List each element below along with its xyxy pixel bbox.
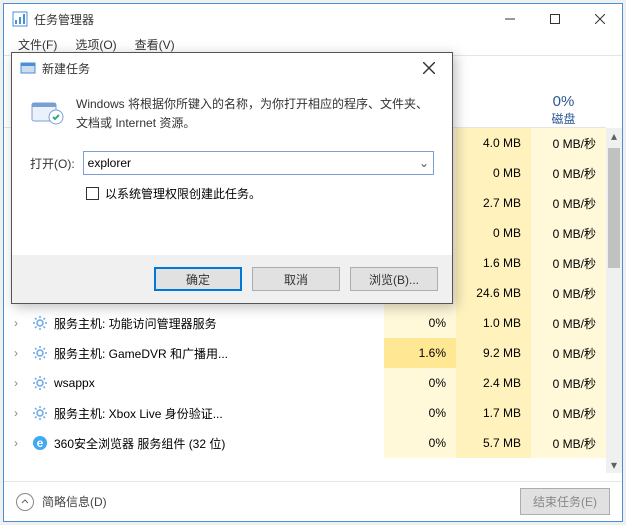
memory-cell: 1.6 MB [456, 248, 531, 278]
gear-icon [32, 315, 48, 331]
gear-icon [32, 375, 48, 391]
cpu-cell: 1.6% [384, 338, 456, 368]
disk-cell: 0 MB/秒 [531, 278, 606, 308]
disk-cell: 0 MB/秒 [531, 248, 606, 278]
vertical-scrollbar[interactable]: ▴ ▾ [606, 128, 622, 473]
process-name-cell: › e 360安全浏览器 服务组件 (32 位) [4, 435, 384, 452]
dialog-title: 新建任务 [42, 60, 414, 77]
browse-button[interactable]: 浏览(B)... [350, 267, 438, 291]
open-input[interactable] [83, 151, 434, 175]
admin-checkbox[interactable] [86, 187, 99, 200]
memory-cell: 4.0 MB [456, 128, 531, 158]
memory-cell: 0 MB [456, 218, 531, 248]
admin-checkbox-label: 以系统管理权限创建此任务。 [105, 185, 261, 202]
dialog-titlebar[interactable]: 新建任务 [12, 53, 452, 83]
table-row[interactable]: › 服务主机: GameDVR 和广播用... 1.6%9.2 MB0 MB/秒 [4, 338, 606, 368]
column-disk[interactable]: 0% 磁盘 [531, 92, 606, 127]
footer: 简略信息(D) 结束任务(E) [4, 481, 622, 521]
window-title: 任务管理器 [34, 11, 487, 28]
disk-cell: 0 MB/秒 [531, 128, 606, 158]
dialog-description: Windows 将根据你所键入的名称，为你打开相应的程序、文件夹、文档或 Int… [76, 95, 434, 133]
table-row[interactable]: › wsappx 0%2.4 MB0 MB/秒 [4, 368, 606, 398]
process-name: 360安全浏览器 服务组件 (32 位) [54, 435, 225, 452]
end-task-button[interactable]: 结束任务(E) [520, 488, 610, 515]
scroll-up-arrow[interactable]: ▴ [606, 128, 622, 144]
run-dialog: 新建任务 Windows 将根据你所键入的名称，为你打开相应的程序、文件夹、文档… [11, 52, 453, 304]
open-label: 打开(O): [30, 155, 75, 172]
process-name-cell: › wsappx [4, 375, 384, 391]
minimize-button[interactable] [487, 4, 532, 34]
expand-icon[interactable]: › [14, 346, 26, 360]
expand-icon[interactable]: › [14, 316, 26, 330]
app-icon: e [32, 435, 48, 451]
process-name: 服务主机: 功能访问管理器服务 [54, 315, 217, 332]
disk-cell: 0 MB/秒 [531, 218, 606, 248]
memory-cell: 5.7 MB [456, 428, 531, 458]
disk-cell: 0 MB/秒 [531, 368, 606, 398]
disk-cell: 0 MB/秒 [531, 428, 606, 458]
memory-cell: 2.7 MB [456, 188, 531, 218]
scroll-thumb[interactable] [608, 148, 620, 268]
memory-cell: 1.7 MB [456, 398, 531, 428]
table-row[interactable]: › e 360安全浏览器 服务组件 (32 位) 0%5.7 MB0 MB/秒 [4, 428, 606, 458]
cancel-button[interactable]: 取消 [252, 267, 340, 291]
combobox-dropdown-icon[interactable]: ⌄ [416, 153, 432, 173]
disk-cell: 0 MB/秒 [531, 158, 606, 188]
process-name: wsappx [54, 376, 95, 390]
dialog-button-bar: 确定 取消 浏览(B)... [12, 255, 452, 303]
titlebar[interactable]: 任务管理器 [4, 4, 622, 34]
memory-cell: 1.0 MB [456, 308, 531, 338]
svg-text:e: e [37, 436, 44, 450]
process-name-cell: › 服务主机: GameDVR 和广播用... [4, 345, 384, 362]
memory-cell: 24.6 MB [456, 278, 531, 308]
disk-cell: 0 MB/秒 [531, 338, 606, 368]
dialog-close-button[interactable] [414, 53, 444, 83]
cpu-cell: 0% [384, 428, 456, 458]
cpu-cell: 0% [384, 398, 456, 428]
open-combobox[interactable]: ⌄ [83, 151, 434, 175]
cpu-cell: 0% [384, 308, 456, 338]
ok-button[interactable]: 确定 [154, 267, 242, 291]
brief-info-link[interactable]: 简略信息(D) [42, 493, 107, 510]
close-button[interactable] [577, 4, 622, 34]
disk-cell: 0 MB/秒 [531, 398, 606, 428]
disk-cell: 0 MB/秒 [531, 308, 606, 338]
expand-icon[interactable]: › [14, 406, 26, 420]
maximize-button[interactable] [532, 4, 577, 34]
disk-cell: 0 MB/秒 [531, 188, 606, 218]
cpu-cell: 0% [384, 368, 456, 398]
memory-cell: 0 MB [456, 158, 531, 188]
memory-cell: 2.4 MB [456, 368, 531, 398]
run-prompt-icon [30, 95, 64, 129]
fewer-details-icon[interactable] [16, 493, 34, 511]
process-name: 服务主机: GameDVR 和广播用... [54, 345, 228, 362]
scroll-down-arrow[interactable]: ▾ [606, 457, 622, 473]
gear-icon [32, 345, 48, 361]
table-row[interactable]: › 服务主机: Xbox Live 身份验证... 0%1.7 MB0 MB/秒 [4, 398, 606, 428]
expand-icon[interactable]: › [14, 376, 26, 390]
task-manager-icon [12, 11, 28, 27]
run-dialog-icon [20, 60, 36, 76]
memory-cell: 9.2 MB [456, 338, 531, 368]
expand-icon[interactable]: › [14, 436, 26, 450]
process-name-cell: › 服务主机: Xbox Live 身份验证... [4, 405, 384, 422]
gear-icon [32, 405, 48, 421]
table-row[interactable]: › 服务主机: 功能访问管理器服务 0%1.0 MB0 MB/秒 [4, 308, 606, 338]
process-name: 服务主机: Xbox Live 身份验证... [54, 405, 223, 422]
process-name-cell: › 服务主机: 功能访问管理器服务 [4, 315, 384, 332]
